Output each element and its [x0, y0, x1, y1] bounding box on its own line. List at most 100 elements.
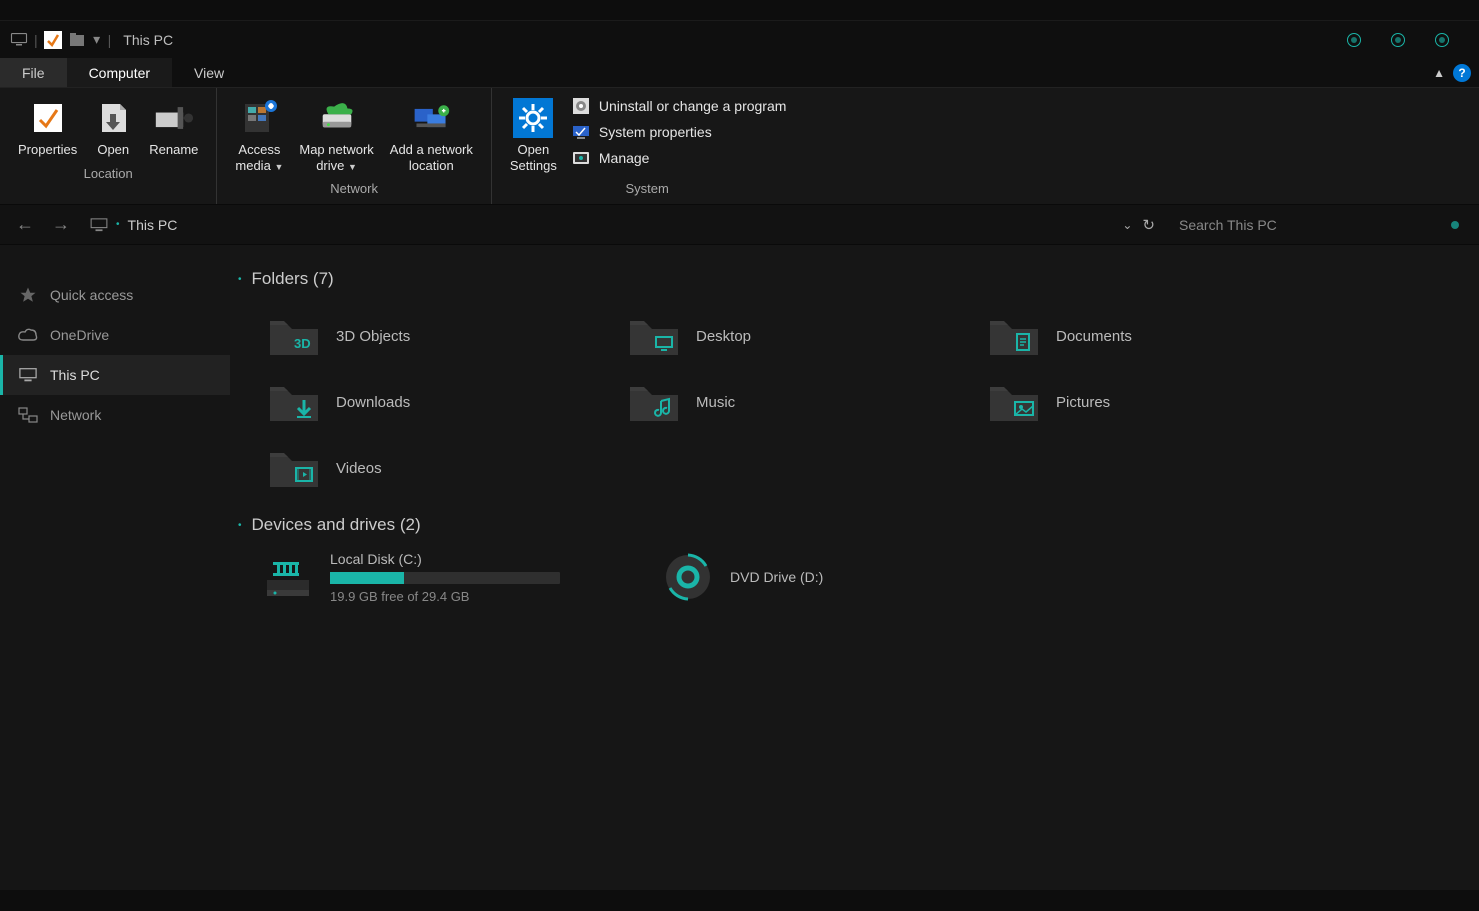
caret-icon: ▼ [274, 162, 283, 172]
group-label-system: System [502, 177, 793, 202]
properties-label: Properties [18, 142, 77, 158]
folder-item[interactable]: 3D 3D Objects [260, 303, 620, 369]
manage-icon [571, 148, 591, 168]
folder-item[interactable]: Videos [260, 435, 620, 501]
drive-name: DVD Drive (D:) [730, 569, 823, 585]
map-network-drive-button[interactable]: Map network drive ▼ [291, 94, 381, 177]
folder-label: Documents [1056, 328, 1132, 345]
drive-row: Local Disk (C:) 19.9 GB free of 29.4 GB DV… [230, 539, 1479, 615]
open-label: Open [97, 142, 129, 158]
drive-usage-bar [330, 572, 560, 584]
folder-item[interactable]: Pictures [980, 369, 1340, 435]
add-location-label: Add a network location [390, 142, 473, 173]
section-drives[interactable]: • Devices and drives (2) [230, 511, 1479, 539]
group-label-location: Location [10, 162, 206, 187]
folder-label: Videos [336, 460, 382, 477]
sidebar: Quick access OneDrive This PC Network [0, 245, 230, 890]
dvd-icon [660, 549, 716, 605]
sidebar-item-label: Network [50, 407, 101, 423]
address-history-icon[interactable]: ⌄ [1122, 218, 1132, 232]
close-button[interactable] [1435, 33, 1449, 47]
folder-item[interactable]: Documents [980, 303, 1340, 369]
separator: | [34, 32, 38, 48]
ribbon-group-location: Properties Open Rename Location [0, 88, 217, 204]
title-bar-left: | ▾ | This PC [10, 32, 173, 48]
sidebar-item-label: Quick access [50, 287, 133, 303]
add-network-location-button[interactable]: Add a network location [382, 94, 481, 177]
folder-icon [986, 379, 1042, 425]
content-area: • Folders (7) 3D 3D Objects Desktop Docu… [230, 245, 1479, 890]
section-label: Folders (7) [252, 269, 334, 289]
sidebar-item-this-pc[interactable]: This PC [0, 355, 230, 395]
folder-icon: 3D [266, 313, 322, 359]
star-icon [18, 285, 38, 305]
open-settings-button[interactable]: Open Settings [502, 94, 565, 177]
properties-button[interactable]: Properties [10, 94, 85, 162]
drive-free-text: 19.9 GB free of 29.4 GB [330, 589, 560, 604]
address-bar[interactable]: • This PC ⌄ ↻ [82, 210, 1163, 240]
tab-file[interactable]: File [0, 58, 67, 87]
sidebar-item-quick-access[interactable]: Quick access [0, 275, 230, 315]
folder-icon [626, 379, 682, 425]
open-icon [93, 98, 133, 138]
sidebar-item-network[interactable]: Network [0, 395, 230, 435]
drive-item[interactable]: DVD Drive (D:) [660, 549, 1020, 605]
dropdown-quick-icon[interactable]: ▾ [92, 33, 102, 47]
tab-computer[interactable]: Computer [67, 58, 172, 87]
properties-quick-icon[interactable] [44, 33, 62, 47]
map-drive-label: Map network drive ▼ [299, 142, 373, 173]
folder-label: Downloads [336, 394, 410, 411]
rename-icon [154, 98, 194, 138]
manage-button[interactable]: Manage [571, 148, 787, 168]
forward-button[interactable]: → [46, 210, 76, 240]
folder-item[interactable]: Desktop [620, 303, 980, 369]
system-properties-button[interactable]: System properties [571, 122, 787, 142]
tab-view[interactable]: View [172, 58, 246, 87]
sysprops-icon [571, 122, 591, 142]
monitor-icon [18, 365, 38, 385]
access-media-icon [239, 98, 279, 138]
sysprops-label: System properties [599, 124, 712, 140]
access-media-label: Access media ▼ [235, 142, 283, 173]
ribbon-tabs: File Computer View ▲ ? [0, 58, 1479, 88]
uninstall-icon [571, 96, 591, 116]
monitor-icon [10, 33, 28, 47]
access-media-button[interactable]: Access media ▼ [227, 94, 291, 177]
open-button[interactable]: Open [85, 94, 141, 162]
ribbon: Properties Open Rename Location [0, 88, 1479, 205]
back-button[interactable]: ← [10, 210, 40, 240]
hdd-icon [260, 549, 316, 605]
window-controls [1347, 33, 1469, 47]
drive-item[interactable]: Local Disk (C:) 19.9 GB free of 29.4 GB [260, 549, 620, 605]
refresh-icon[interactable]: ↻ [1142, 216, 1155, 234]
manage-label: Manage [599, 150, 650, 166]
network-icon [18, 405, 38, 425]
folder-label: Pictures [1056, 394, 1110, 411]
ribbon-controls: ▲ ? [1433, 58, 1479, 87]
maximize-button[interactable] [1391, 33, 1405, 47]
folder-label: Music [696, 394, 735, 411]
nav-bar: ← → • This PC ⌄ ↻ Search This PC [0, 205, 1479, 245]
collapse-ribbon-icon[interactable]: ▲ [1433, 66, 1445, 80]
folder-label: 3D Objects [336, 328, 410, 345]
map-drive-icon [317, 98, 357, 138]
uninstall-program-button[interactable]: Uninstall or change a program [571, 96, 787, 116]
minimize-button[interactable] [1347, 33, 1361, 47]
folder-item[interactable]: Downloads [260, 369, 620, 435]
collapse-icon: • [238, 520, 242, 531]
properties-icon [28, 98, 68, 138]
folder-item[interactable]: Music [620, 369, 980, 435]
folder-icon [266, 445, 322, 491]
settings-icon [513, 98, 553, 138]
new-folder-quick-icon[interactable] [68, 33, 86, 47]
section-folders[interactable]: • Folders (7) [230, 265, 1479, 293]
rename-button[interactable]: Rename [141, 94, 206, 162]
sidebar-item-label: This PC [50, 367, 100, 383]
ribbon-group-network: Access media ▼ Map network drive ▼ Add a… [217, 88, 492, 204]
search-box[interactable]: Search This PC [1169, 210, 1469, 240]
breadcrumb-bullet: • [116, 219, 120, 230]
sidebar-item-onedrive[interactable]: OneDrive [0, 315, 230, 355]
address-text: This PC [128, 217, 178, 233]
drive-name: Local Disk (C:) [330, 551, 560, 567]
help-icon[interactable]: ? [1453, 64, 1471, 82]
